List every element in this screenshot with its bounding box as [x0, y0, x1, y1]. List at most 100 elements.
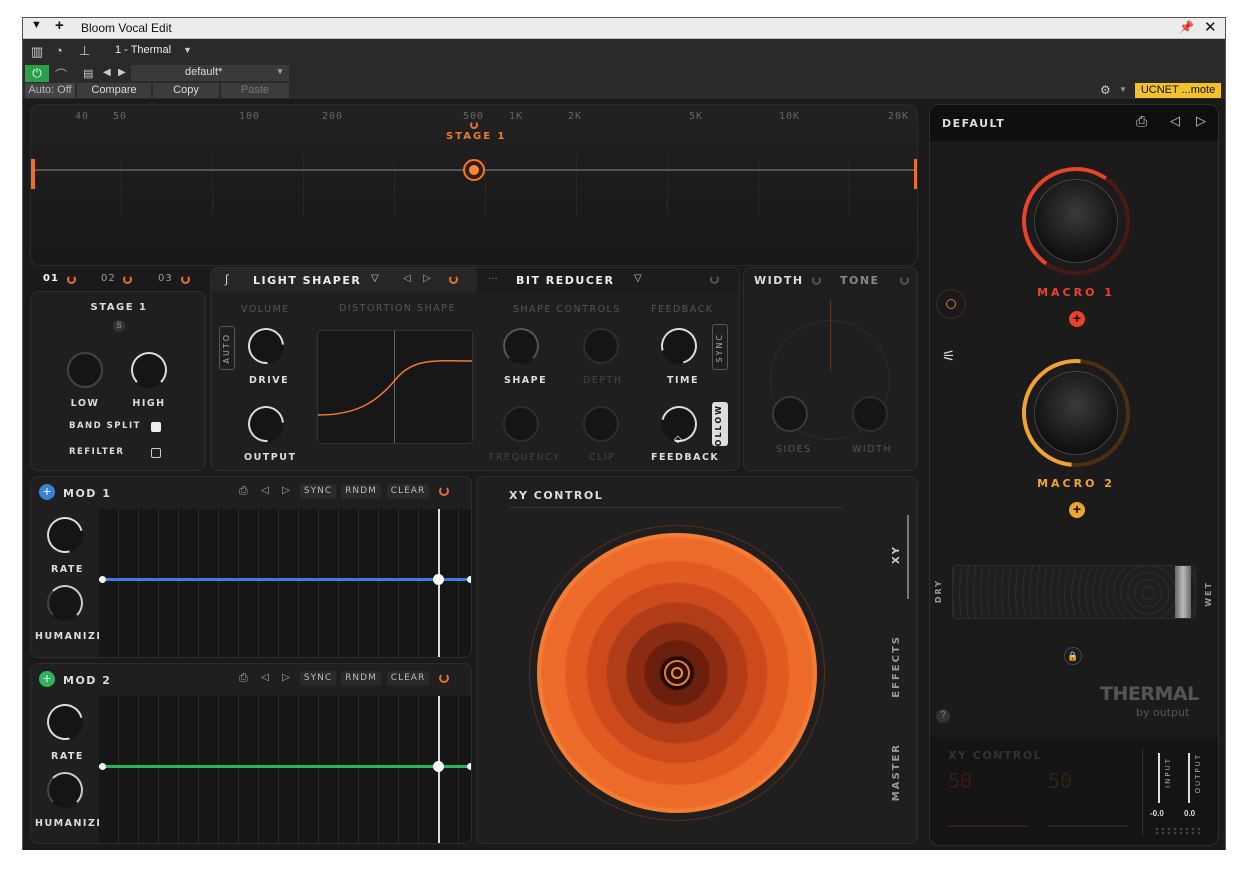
- dial-icon[interactable]: ◔: [55, 43, 63, 58]
- mod1-sync-button[interactable]: SYNC: [300, 484, 336, 499]
- tab-master[interactable]: MASTER: [891, 743, 902, 801]
- mod1-rndm-button[interactable]: RNDM: [341, 484, 381, 499]
- track-select[interactable]: 1 - Thermal: [115, 44, 171, 56]
- chevron-down-icon[interactable]: ▼: [1119, 85, 1127, 94]
- next-icon[interactable]: ▷: [282, 672, 290, 683]
- tab-width[interactable]: WIDTH: [754, 274, 804, 287]
- mod1-node[interactable]: [467, 576, 471, 583]
- mod2-rate-knob[interactable]: [40, 697, 90, 747]
- mod2-graph[interactable]: [99, 696, 471, 843]
- mod2-node[interactable]: [99, 763, 106, 770]
- macro2-knob[interactable]: [1034, 371, 1118, 455]
- compare-button[interactable]: Compare: [77, 83, 151, 98]
- solo-button[interactable]: S: [113, 320, 125, 332]
- close-icon[interactable]: ✕: [1204, 18, 1217, 36]
- refilter-checkbox[interactable]: [151, 448, 161, 458]
- fx1-name[interactable]: LIGHT SHAPER: [253, 274, 361, 287]
- next-icon[interactable]: ▷: [282, 485, 290, 496]
- left-band-handle[interactable]: [31, 159, 35, 189]
- output-knob[interactable]: [240, 398, 292, 450]
- power-icon[interactable]: [181, 275, 190, 284]
- power-icon[interactable]: [470, 121, 478, 129]
- mod1-graph[interactable]: [99, 509, 471, 657]
- stage-node[interactable]: [463, 159, 485, 181]
- band-split-checkbox[interactable]: [151, 422, 161, 432]
- width-knob[interactable]: [852, 396, 888, 432]
- tab-stage-02[interactable]: 02: [101, 273, 116, 284]
- prev-icon[interactable]: ◁: [403, 273, 411, 284]
- power-icon[interactable]: [439, 673, 449, 683]
- auto-button[interactable]: AUTO: [219, 326, 235, 370]
- prev-preset-icon[interactable]: ◁: [1170, 113, 1180, 129]
- prev-icon[interactable]: ◁: [261, 485, 269, 496]
- power-icon[interactable]: [67, 275, 76, 284]
- lock-icon[interactable]: 🔒: [1064, 647, 1082, 665]
- plus-icon[interactable]: +: [55, 17, 64, 34]
- sliders-icon[interactable]: ⚟: [942, 347, 955, 365]
- right-band-handle[interactable]: [914, 159, 917, 189]
- dry-wet-handle[interactable]: [1175, 566, 1191, 618]
- mod1-humanize-knob[interactable]: [47, 585, 83, 621]
- low-knob[interactable]: [67, 352, 103, 388]
- macro1-add-button[interactable]: +: [1069, 311, 1085, 327]
- tab-stage-01[interactable]: 01: [43, 273, 59, 284]
- tab-xy[interactable]: XY: [891, 545, 902, 564]
- routing-icon[interactable]: ⊥: [79, 43, 90, 59]
- mod1-node[interactable]: [433, 574, 444, 585]
- mod2-rndm-button[interactable]: RNDM: [341, 671, 381, 686]
- mod2-humanize-knob[interactable]: [47, 772, 83, 808]
- follow-toggle[interactable]: FOLLOW: [712, 402, 728, 454]
- ucnet-button[interactable]: UCNET ...mote: [1135, 83, 1221, 98]
- mod2-node[interactable]: [433, 761, 444, 772]
- chevron-down-icon[interactable]: ▽: [371, 273, 379, 284]
- chevron-down-icon[interactable]: ▽: [634, 273, 642, 284]
- frequency-display[interactable]: 40 50 100 200 500 1K 2K 5K 10K 20K STAGE…: [30, 104, 918, 266]
- power-icon[interactable]: [710, 275, 719, 284]
- xy-cursor[interactable]: [664, 660, 690, 686]
- mod1-rate-knob[interactable]: [40, 510, 90, 560]
- mod1-add-icon[interactable]: +: [39, 484, 55, 500]
- copy-button[interactable]: Copy: [153, 83, 219, 98]
- preset-name[interactable]: DEFAULT: [942, 117, 1005, 130]
- clip-knob[interactable]: [583, 406, 619, 442]
- macro2-add-button[interactable]: +: [1069, 502, 1085, 518]
- depth-knob[interactable]: [583, 328, 619, 364]
- high-knob[interactable]: [131, 352, 167, 388]
- power-icon[interactable]: [439, 486, 449, 496]
- save-icon[interactable]: ⎙: [1136, 113, 1147, 130]
- power-icon[interactable]: [900, 276, 909, 285]
- power-icon[interactable]: [123, 275, 132, 284]
- chevron-down-icon[interactable]: ▼: [31, 19, 42, 31]
- preset-select[interactable]: default* ▼: [131, 65, 289, 81]
- help-icon[interactable]: ?: [936, 709, 950, 723]
- tab-tone[interactable]: TONE: [840, 274, 880, 287]
- dry-wet-slider[interactable]: [952, 565, 1196, 619]
- drive-knob[interactable]: [240, 320, 292, 372]
- prev-icon[interactable]: ◁: [261, 672, 269, 683]
- fx2-name[interactable]: BIT REDUCER: [516, 274, 614, 287]
- prev-preset-icon[interactable]: ◀: [103, 67, 111, 78]
- tab-effects[interactable]: EFFECTS: [891, 635, 902, 698]
- frequency-knob[interactable]: [503, 406, 539, 442]
- bars-icon[interactable]: ▥: [31, 44, 43, 60]
- next-icon[interactable]: ▷: [423, 273, 431, 284]
- mod2-clear-button[interactable]: CLEAR: [387, 671, 429, 686]
- mod1-clear-button[interactable]: CLEAR: [387, 484, 429, 499]
- next-preset-icon[interactable]: ▶: [118, 67, 126, 78]
- save-icon[interactable]: ⎙: [239, 485, 248, 498]
- mod2-sync-button[interactable]: SYNC: [300, 671, 336, 686]
- gauge-icon[interactable]: ⌒: [55, 66, 67, 83]
- file-icon[interactable]: ▤: [83, 67, 93, 80]
- pin-icon[interactable]: 📌: [1179, 20, 1194, 34]
- power-icon[interactable]: [812, 276, 821, 285]
- auto-button[interactable]: Auto: Off: [25, 83, 75, 98]
- sidebar-tab-macros[interactable]: [936, 289, 966, 319]
- sync-toggle[interactable]: SYNC: [712, 324, 728, 370]
- chevron-down-icon[interactable]: ▼: [183, 45, 192, 55]
- time-knob[interactable]: [654, 321, 704, 371]
- save-icon[interactable]: ⎙: [239, 672, 248, 685]
- mod1-node[interactable]: [99, 576, 106, 583]
- shape-knob[interactable]: [503, 328, 539, 364]
- mod2-node[interactable]: [467, 763, 471, 770]
- next-preset-icon[interactable]: ▷: [1196, 113, 1206, 129]
